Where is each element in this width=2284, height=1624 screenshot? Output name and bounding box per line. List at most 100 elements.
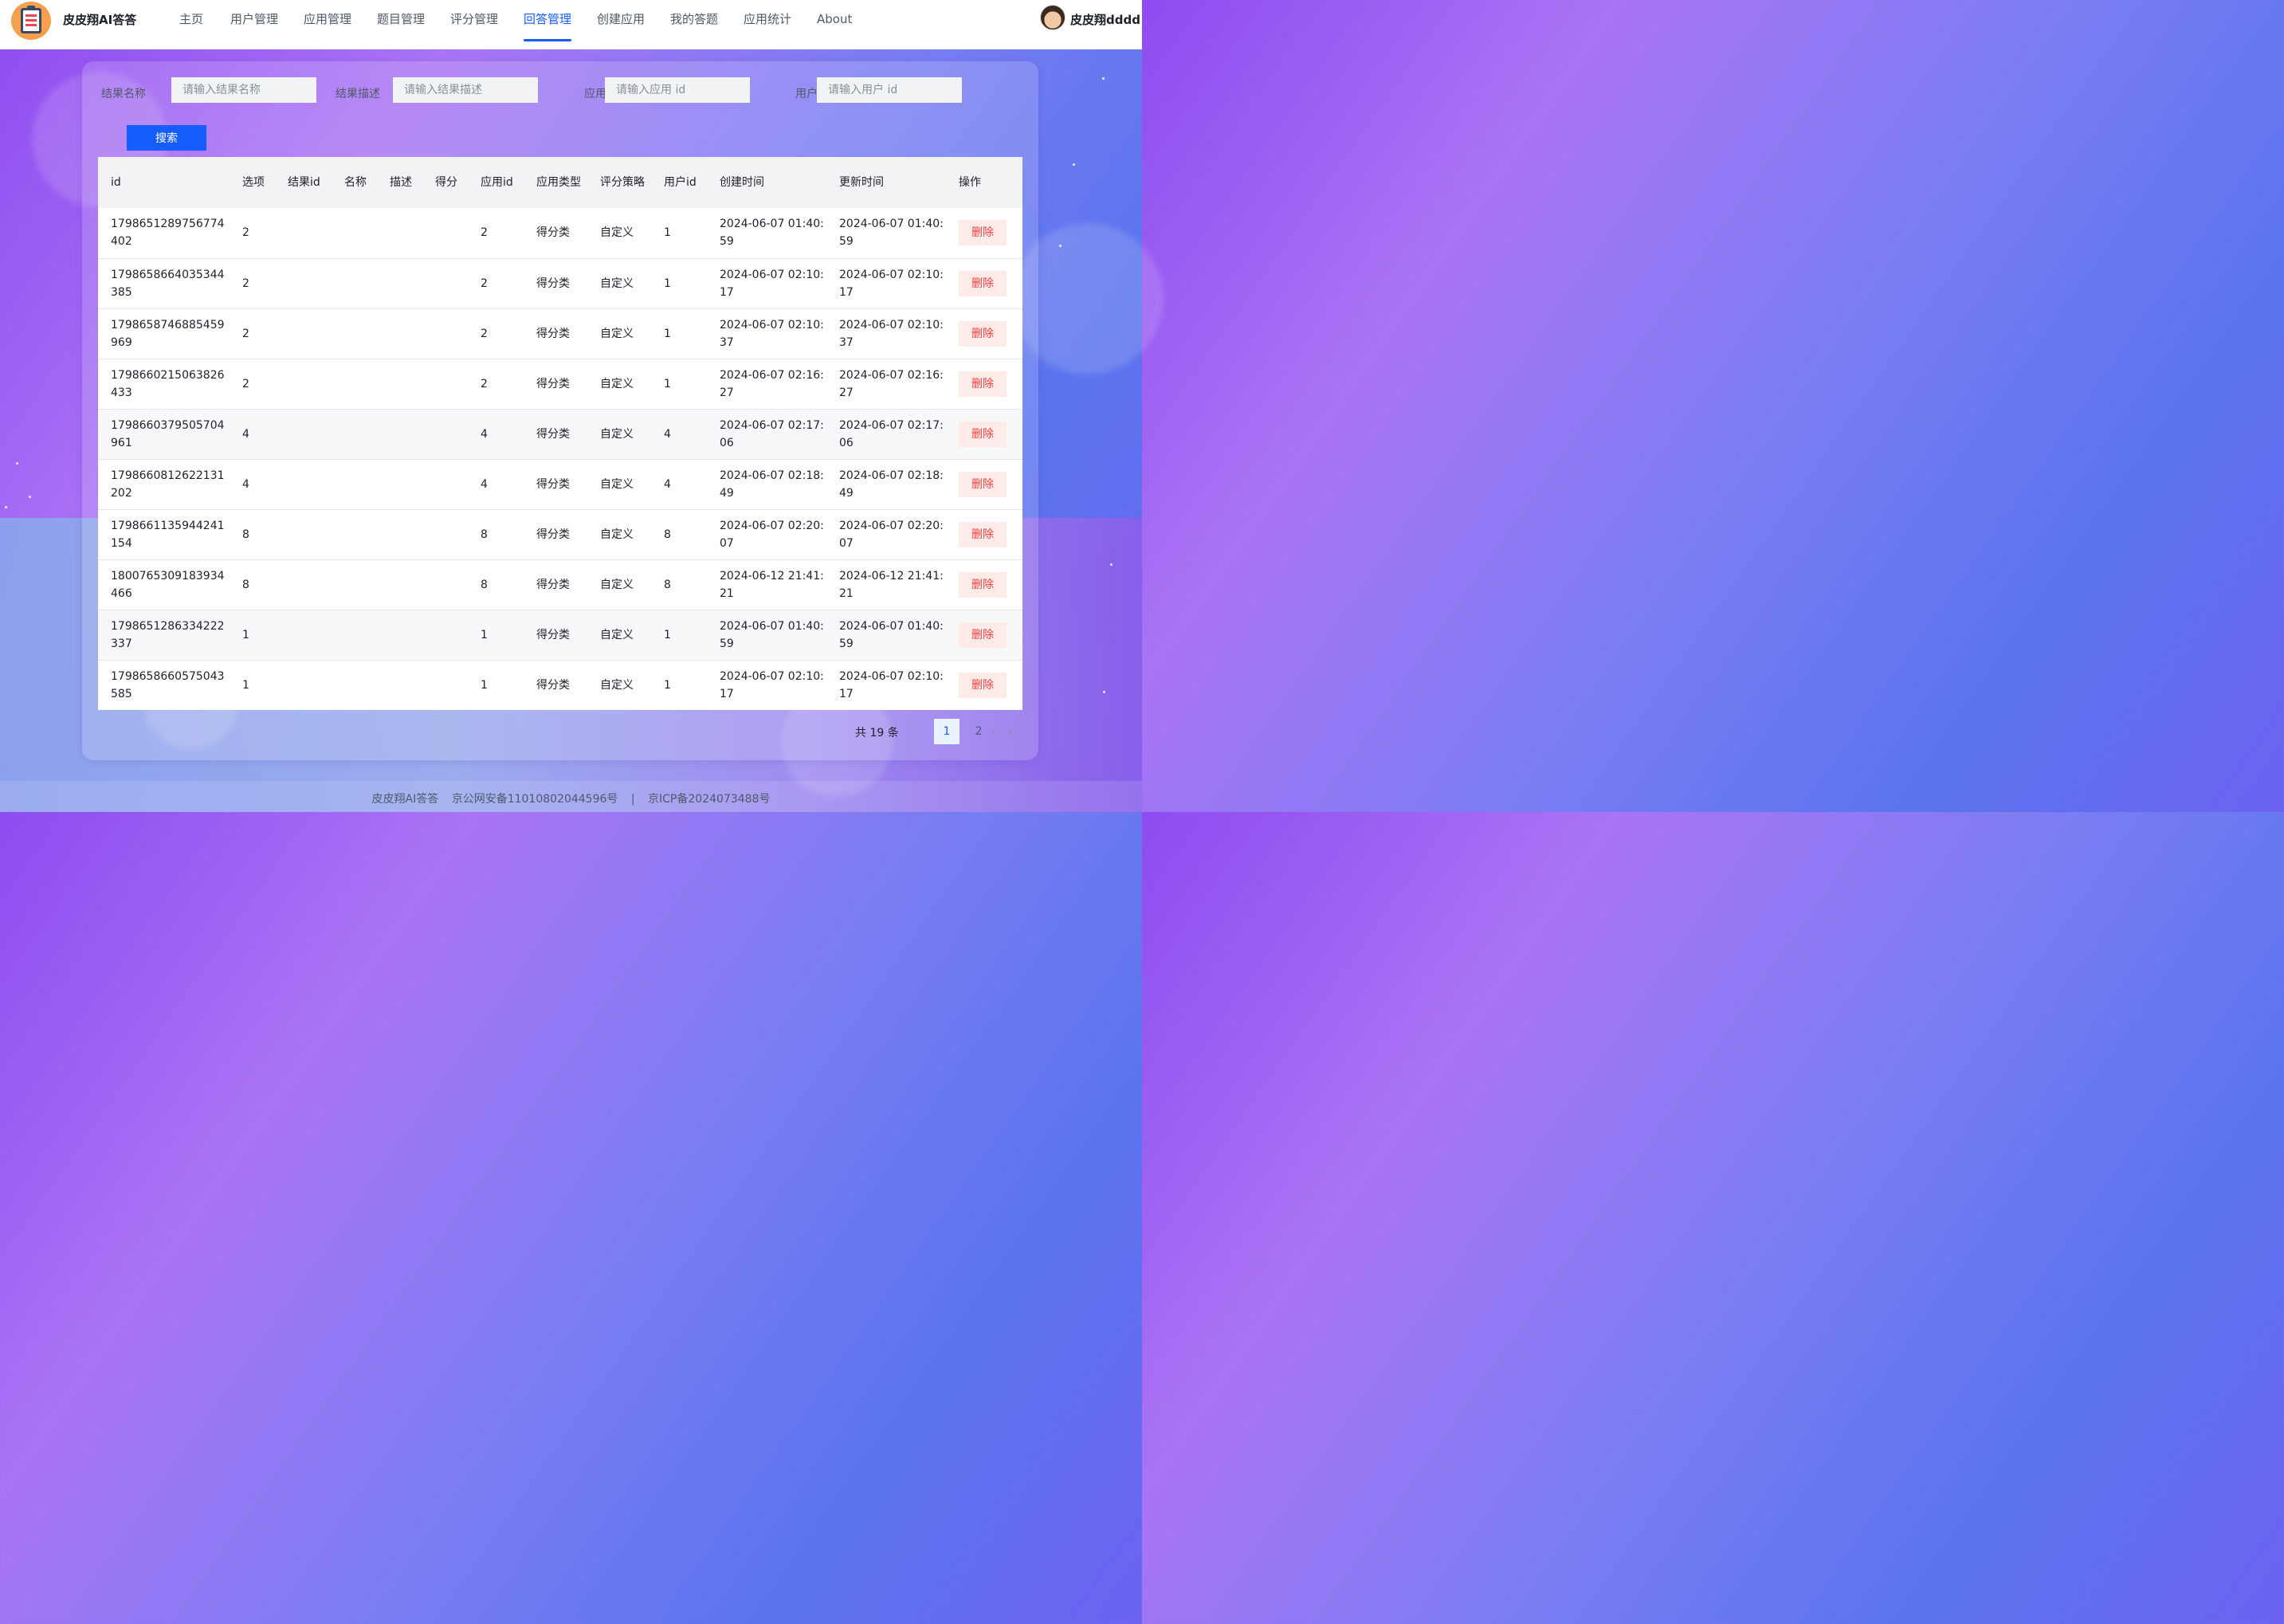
column-header-app-id: 应用id xyxy=(468,157,524,208)
cell-id: 1798660215063826433 xyxy=(98,359,230,410)
background-sparkle xyxy=(29,496,31,498)
cell-scoring-strategy: 自定义 xyxy=(587,308,651,359)
cell-id: 1798658660575043585 xyxy=(111,669,225,700)
cell-actions: 删除 xyxy=(946,308,1022,359)
delete-button[interactable]: 删除 xyxy=(959,471,1007,497)
cell-user-id: 8 xyxy=(651,559,707,610)
footer-separator: | xyxy=(630,793,635,806)
app-id-input[interactable] xyxy=(605,77,750,103)
cell-score xyxy=(422,559,468,610)
result-desc-input[interactable] xyxy=(393,77,538,103)
nav-item-home[interactable]: 主页 xyxy=(179,0,203,49)
cell-id: 1798660379505704961 xyxy=(98,409,230,460)
search-button[interactable]: 搜索 xyxy=(127,125,206,151)
cell-scoring-strategy: 自定义 xyxy=(587,258,651,309)
delete-button[interactable]: 删除 xyxy=(959,320,1007,347)
nav-item-answer-management[interactable]: 回答管理 xyxy=(524,0,572,49)
nav-item-create-app[interactable]: 创建应用 xyxy=(597,0,645,49)
cell-result-id xyxy=(275,409,332,460)
table-row: 1798660812622131202 4 4 得分类 自定义 4 2024-06-07 0… xyxy=(98,459,1022,510)
nav-item-about[interactable]: About xyxy=(817,0,852,49)
background-sparkle xyxy=(16,462,18,465)
cell-choice: 2 xyxy=(230,208,275,259)
cell-description xyxy=(377,308,422,359)
footer-police-record[interactable]: 京公网安备11010802044596号 xyxy=(452,793,618,806)
user-id-input[interactable] xyxy=(817,77,962,103)
delete-button[interactable]: 删除 xyxy=(959,672,1007,698)
cell-update-time: 2024-06-07 02:17:06 xyxy=(826,409,946,460)
delete-button[interactable]: 删除 xyxy=(959,220,1007,246)
pagination-page-2[interactable]: 2 xyxy=(966,719,991,744)
background-sparkle xyxy=(1102,77,1105,80)
cell-description xyxy=(377,660,422,710)
cell-id: 1798651289756774402 xyxy=(98,208,230,259)
background-sparkle xyxy=(1110,563,1113,566)
cell-choice: 2 xyxy=(230,258,275,309)
background-sparkle xyxy=(1103,691,1105,693)
delete-button[interactable]: 删除 xyxy=(959,421,1007,447)
table-row: 1798658746885459969 2 2 得分类 自定义 1 2024-06-07 0… xyxy=(98,308,1022,359)
nav-item-scoring-management[interactable]: 评分管理 xyxy=(450,0,498,49)
result-name-input[interactable] xyxy=(171,77,316,103)
cell-name xyxy=(332,409,377,460)
cell-create-time: 2024-06-07 02:18:49 xyxy=(707,459,826,510)
nav-item-app-statistics[interactable]: 应用统计 xyxy=(744,0,791,49)
cell-app-type: 得分类 xyxy=(524,509,587,560)
nav-item-user-management[interactable]: 用户管理 xyxy=(230,0,278,49)
column-header-description: 描述 xyxy=(377,157,422,208)
cell-score xyxy=(422,258,468,309)
cell-choice: 2 xyxy=(230,359,275,410)
cell-choice: 8 xyxy=(230,559,275,610)
cell-user-id: 4 xyxy=(651,459,707,510)
cell-result-id xyxy=(275,308,332,359)
nav-item-question-management[interactable]: 题目管理 xyxy=(377,0,425,49)
user-avatar[interactable] xyxy=(1040,5,1065,30)
pagination-next-icon[interactable]: › xyxy=(998,719,1023,744)
cell-score xyxy=(422,459,468,510)
cell-user-id: 1 xyxy=(651,258,707,309)
cell-score xyxy=(422,359,468,410)
cell-result-id xyxy=(275,559,332,610)
cell-description xyxy=(377,208,422,259)
cell-app-type: 得分类 xyxy=(524,208,587,259)
table-row: 1798660215063826433 2 2 得分类 自定义 1 2024-06-07 0… xyxy=(98,359,1022,410)
cell-choice: 1 xyxy=(230,610,275,661)
cell-create-time: 2024-06-07 02:10:37 xyxy=(707,308,826,359)
cell-app-id: 1 xyxy=(481,678,488,692)
cell-app-id: 8 xyxy=(468,509,524,560)
background-sparkle xyxy=(1073,163,1075,166)
cell-choice: 8 xyxy=(230,509,275,560)
cell-name xyxy=(332,208,377,259)
pagination-page-1[interactable]: 1 xyxy=(934,719,960,744)
cell-choice: 1 xyxy=(242,678,249,692)
cell-update-time: 2024-06-07 02:20:07 xyxy=(826,509,946,560)
user-name[interactable]: 皮皮翔dddd xyxy=(1070,11,1140,28)
cell-description xyxy=(377,459,422,510)
cell-app-type: 得分类 xyxy=(524,409,587,460)
cell-actions: 删除 xyxy=(946,208,1022,259)
cell-create-time: 2024-06-07 01:40:59 xyxy=(707,208,826,259)
delete-button[interactable]: 删除 xyxy=(959,622,1007,648)
footer-icp-record[interactable]: 京ICP备2024073488号 xyxy=(648,793,770,806)
column-header-choice: 选项 xyxy=(230,157,275,208)
delete-button[interactable]: 删除 xyxy=(959,521,1007,547)
cell-scoring-strategy: 自定义 xyxy=(587,610,651,661)
cell-update-time: 2024-06-07 02:10:37 xyxy=(826,308,946,359)
delete-button[interactable]: 删除 xyxy=(959,571,1007,598)
cell-update-time: 2024-06-07 02:10:17 xyxy=(826,258,946,309)
cell-app-type: 得分类 xyxy=(524,459,587,510)
cell-scoring-strategy: 自定义 xyxy=(587,459,651,510)
delete-button[interactable]: 删除 xyxy=(959,371,1007,397)
delete-button[interactable]: 删除 xyxy=(959,270,1007,296)
cell-name xyxy=(332,359,377,410)
cell-actions: 删除 xyxy=(946,409,1022,460)
nav-item-my-answers[interactable]: 我的答题 xyxy=(670,0,718,49)
app-logo-icon[interactable] xyxy=(11,2,51,40)
result-desc-label: 结果描述 xyxy=(336,88,380,100)
cell-scoring-strategy: 自定义 xyxy=(587,359,651,410)
cell-actions: 删除 xyxy=(946,559,1022,610)
nav-item-app-management[interactable]: 应用管理 xyxy=(304,0,351,49)
cell-create-time: 2024-06-07 02:10:17 xyxy=(720,669,824,700)
column-header-scoring-strategy: 评分策略 xyxy=(587,157,651,208)
brand-title[interactable]: 皮皮翔AI答答 xyxy=(63,11,136,28)
